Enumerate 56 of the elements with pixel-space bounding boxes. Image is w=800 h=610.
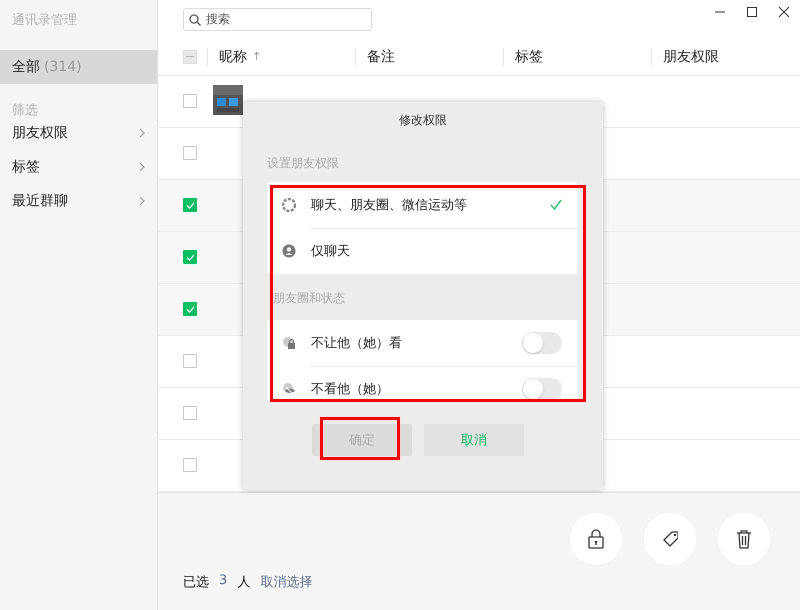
tag-icon <box>662 528 678 549</box>
trash-icon <box>736 528 752 549</box>
item-label: 朋友权限 <box>12 124 68 142</box>
lock-icon <box>588 528 604 549</box>
row-checkbox[interactable] <box>183 458 197 472</box>
row-checkbox[interactable] <box>183 250 197 264</box>
item-label: 最近群聊 <box>12 192 68 210</box>
eye-hidden-icon <box>282 382 296 396</box>
clear-selection-link[interactable]: 取消选择 <box>260 572 312 591</box>
sidebar-item[interactable]: 朋友权限 <box>0 116 157 150</box>
person-icon <box>282 244 296 258</box>
section-heading: 设置朋友权限 <box>267 155 340 172</box>
aperture-icon <box>282 198 296 212</box>
item-count: (314) <box>44 59 82 75</box>
sidebar-item[interactable]: 标签 <box>0 150 157 184</box>
column-header[interactable]: 昵称 <box>219 48 247 66</box>
item-label: 标签 <box>12 158 40 176</box>
option-label: 不让他（她）看 <box>311 335 403 352</box>
check-icon <box>186 306 194 313</box>
option-row[interactable]: 不让他（她）看 <box>267 320 578 366</box>
chevron-right-icon <box>139 128 145 138</box>
row-checkbox[interactable] <box>183 302 197 316</box>
sidebar-item[interactable]: 全部 (314) <box>0 50 157 84</box>
option-row[interactable]: 不看他（她） <box>267 366 578 400</box>
search-field[interactable]: 搜索 <box>183 8 372 31</box>
option-label: 不看他（她） <box>311 381 390 398</box>
option-label: 仅聊天 <box>311 243 351 260</box>
column-header[interactable]: 备注 <box>367 48 395 66</box>
column-header[interactable]: 标签 <box>515 48 543 66</box>
lock-icon <box>282 336 296 350</box>
row-checkbox[interactable] <box>183 94 197 108</box>
row-checkbox[interactable] <box>183 198 197 212</box>
row-checkbox[interactable] <box>183 354 197 368</box>
row-checkbox[interactable] <box>183 406 197 420</box>
selection-unit: 人 <box>237 574 250 591</box>
section-heading: 筛选 <box>11 102 39 116</box>
selection-count: 3 <box>219 572 228 590</box>
sidebar-title: 通讯录管理 <box>11 12 78 30</box>
toggle-switch[interactable] <box>522 378 562 400</box>
toggle-switch[interactable] <box>522 332 562 354</box>
dialog-title: 修改权限 <box>398 112 448 129</box>
item-label: 全部 <box>12 58 40 76</box>
check-icon <box>186 202 194 209</box>
column-header[interactable]: 朋友权限 <box>663 48 719 66</box>
search-icon <box>189 14 201 26</box>
check-icon <box>186 254 194 261</box>
option-label: 聊天、朋友圈、微信运动等 <box>311 197 468 214</box>
section-heading: 朋友圈和状态 <box>272 290 346 307</box>
chevron-right-icon <box>139 162 145 172</box>
dash-icon <box>186 56 194 58</box>
option-row[interactable]: 仅聊天 <box>267 228 578 274</box>
sidebar-item[interactable]: 最近群聊 <box>0 184 157 218</box>
selection-label: 已选 <box>183 574 209 591</box>
row-checkbox[interactable] <box>183 146 197 160</box>
chevron-right-icon <box>139 196 145 206</box>
select-all-checkbox[interactable] <box>183 50 197 64</box>
